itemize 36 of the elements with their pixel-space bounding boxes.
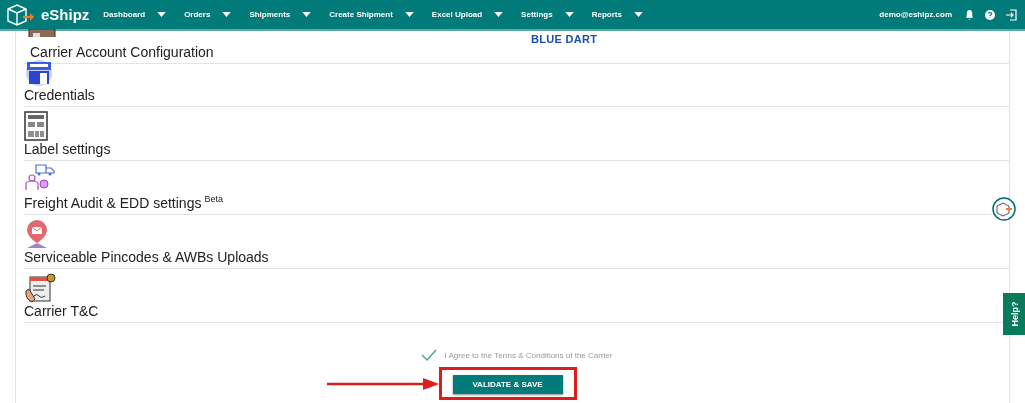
brand-name: eShipz bbox=[41, 6, 90, 23]
nav-menu-item[interactable]: Excel Upload bbox=[431, 10, 504, 19]
user-email[interactable]: demo@eshipz.com bbox=[879, 10, 952, 19]
logout-icon[interactable] bbox=[1005, 8, 1017, 21]
help-tab[interactable]: Help? bbox=[1003, 293, 1025, 335]
bell-icon[interactable] bbox=[964, 9, 975, 20]
caret-icon bbox=[633, 12, 643, 17]
storefront-icon bbox=[24, 59, 54, 87]
caret-icon bbox=[564, 12, 574, 17]
nav-menu-item[interactable]: Orders bbox=[184, 10, 232, 19]
validate-save-button[interactable]: VALIDATE & SAVE bbox=[452, 375, 563, 394]
section-title: Freight Audit & EDD settings $^{Beta}$ bbox=[24, 193, 224, 212]
shipping-label-icon bbox=[24, 111, 48, 141]
help-icon[interactable] bbox=[985, 9, 995, 20]
nav-menu-item[interactable]: Shipments bbox=[249, 10, 312, 19]
caret-icon bbox=[302, 12, 312, 17]
nav-menu-item[interactable]: Create Shipment bbox=[329, 10, 414, 19]
section-title: Credentials bbox=[24, 87, 96, 104]
nav-menu-item[interactable]: Dashboard bbox=[103, 10, 167, 19]
delivery-person-icon bbox=[24, 163, 56, 192]
box-logo-icon bbox=[5, 1, 35, 28]
caret-icon bbox=[157, 12, 167, 17]
carrier-logo: BLUE DART bbox=[531, 33, 598, 45]
nav-menu-item[interactable]: Settings bbox=[521, 10, 574, 19]
caret-icon bbox=[222, 12, 232, 17]
section-title: Label settings bbox=[24, 141, 112, 158]
signed-document-icon bbox=[24, 273, 56, 303]
caret-icon bbox=[494, 12, 504, 17]
checkbox[interactable] bbox=[420, 349, 437, 361]
agreement-text: I Agree to the Terms & Conditions of the Carrier bbox=[444, 350, 613, 360]
caret-icon bbox=[404, 12, 414, 17]
section-title: Carrier Account Configuration bbox=[29, 44, 215, 61]
nav-menu-item[interactable]: Reports bbox=[591, 10, 643, 19]
map-pin-mail-icon bbox=[24, 219, 50, 249]
section-title: Carrier T&C bbox=[24, 303, 100, 320]
section-title: Serviceable Pincodes & AWBs Uploads bbox=[24, 249, 270, 266]
